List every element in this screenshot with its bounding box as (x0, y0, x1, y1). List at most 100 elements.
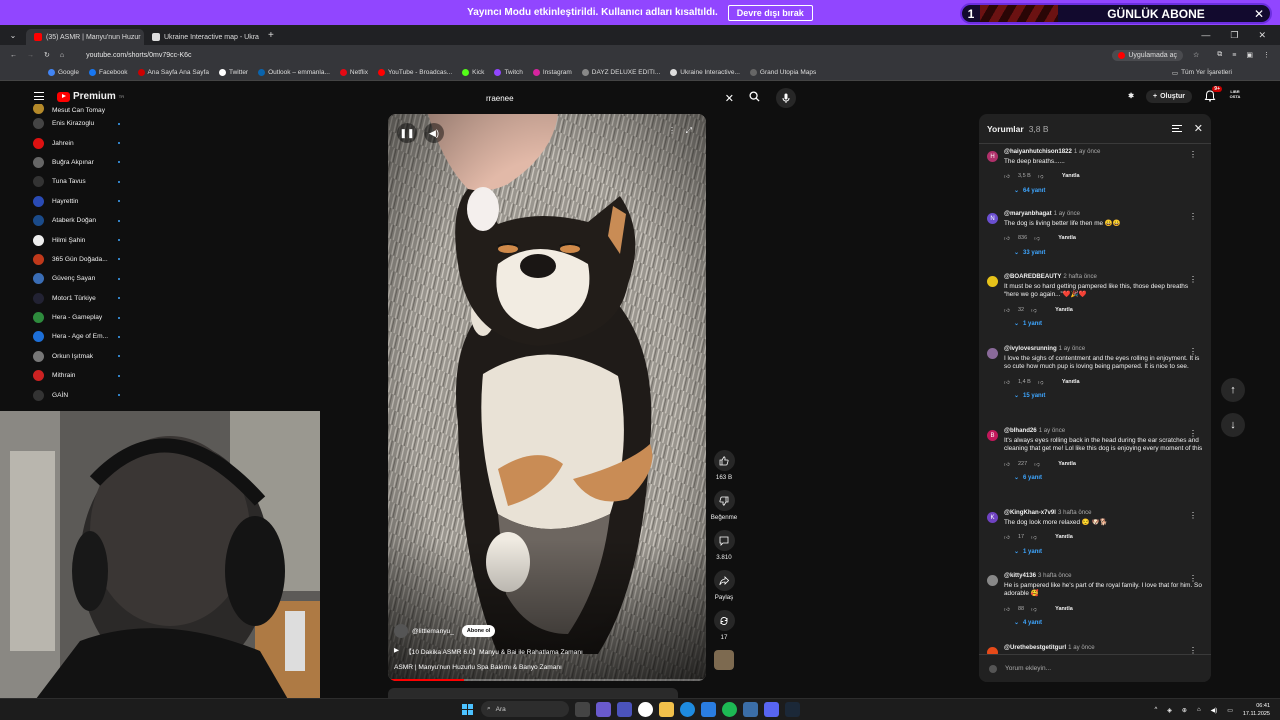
previous-short-button[interactable]: ↑ (1221, 378, 1245, 402)
thumbs-down-icon[interactable]: 👎︎ (1031, 307, 1038, 314)
explorer-icon[interactable] (659, 701, 674, 717)
thumbs-up-icon[interactable]: 👍︎ (1004, 606, 1011, 613)
commenter-avatar[interactable]: H (987, 151, 998, 162)
thumbs-down-icon[interactable]: 👎︎ (1038, 173, 1045, 180)
comment-author[interactable]: @Urethebestgetitgurl 1 ay önce (1004, 644, 1203, 653)
sidebar-item-channel[interactable]: Buğra Akpınar (28, 153, 128, 172)
sidebar-item-channel[interactable]: GAİN (28, 385, 128, 404)
comment-author[interactable]: @BOAREDBEAUTY 2 hafta önce (1004, 273, 1203, 282)
tab-youtube[interactable]: (35) ASMR | Manyu'nun Huzur ✕ (26, 29, 144, 45)
channel-avatar[interactable] (394, 624, 408, 638)
subscribe-button[interactable]: Abone ol (461, 625, 496, 637)
reload-icon[interactable]: ↻ (44, 51, 50, 59)
search-box[interactable]: rraenee ✕ (478, 88, 768, 108)
reply-button[interactable]: Yanıtla (1062, 378, 1080, 387)
view-replies-button[interactable]: ⌄ 4 yanıt (1004, 619, 1203, 628)
view-replies-button[interactable]: ⌄ 15 yanıt (1004, 392, 1203, 401)
thumbs-up-icon[interactable]: 👍︎ (1004, 173, 1011, 180)
comment-author[interactable]: @ivylovesrunning 1 ay önce (1004, 345, 1203, 354)
forward-icon[interactable]: → (27, 52, 34, 59)
thumbs-down-icon[interactable]: 👎︎ (1034, 461, 1041, 468)
volume-icon[interactable]: ◀) (1211, 707, 1218, 714)
comment-more-icon[interactable]: ⋮ (1189, 646, 1197, 654)
next-short-button[interactable]: ↓ (1221, 413, 1245, 437)
thumbs-down-icon[interactable]: 👎︎ (1031, 534, 1038, 541)
steam-icon[interactable] (785, 701, 800, 717)
sidebar-item-channel[interactable]: Tuna Tavus (28, 172, 128, 191)
sidebar-item-channel[interactable]: Hera - Gameplay (28, 308, 128, 327)
disable-button[interactable]: Devre dışı bırak (727, 4, 813, 21)
notifications-button[interactable]: 9+ (1204, 86, 1222, 102)
extensions-icon[interactable]: ⧉ (1217, 51, 1222, 59)
bookmark-item[interactable]: Kick (462, 69, 484, 76)
taskbar-search[interactable]: ⌕ Ara (481, 701, 569, 717)
create-button[interactable]: + Oluştur (1146, 89, 1192, 103)
open-in-app-button[interactable]: Uygulamada aç (1112, 49, 1183, 61)
view-replies-button[interactable]: ⌄ 1 yanıt (1004, 548, 1203, 557)
voice-search-button[interactable] (776, 88, 796, 108)
tray-security-icon[interactable]: ⊕ (1182, 707, 1187, 714)
bookmark-item[interactable]: Ukraine Interactive... (670, 69, 740, 76)
bookmark-item[interactable]: Facebook (88, 69, 128, 76)
comment-more-icon[interactable]: ⋮ (1189, 275, 1197, 284)
sidebar-item-channel[interactable]: Jahrein (28, 133, 128, 152)
thumbs-down-icon[interactable]: 👎︎ (1034, 235, 1041, 242)
comment-username[interactable]: @blhand26 (1004, 427, 1037, 434)
comment-author[interactable]: @KingKhan-x7v9l 3 hafta önce (1004, 509, 1203, 518)
dislike-button[interactable]: Beğenme (708, 490, 740, 521)
comment-input[interactable]: Yorum ekleyin... (1005, 665, 1051, 672)
sidebar-item-channel[interactable]: Hilmi Şahin (28, 230, 128, 249)
comment-author[interactable]: @blhand26 1 ay önce (1004, 427, 1203, 436)
windows-start-icon[interactable] (460, 702, 475, 717)
comments-button[interactable]: 3.810 (708, 530, 740, 561)
commenter-avatar[interactable]: K (987, 512, 998, 523)
copilot-icon[interactable] (596, 701, 611, 717)
commenter-avatar[interactable] (987, 348, 998, 359)
comment-more-icon[interactable]: ⋮ (1189, 212, 1197, 221)
youtube-logo[interactable]: Premium TR (57, 91, 124, 102)
commenter-avatar[interactable] (987, 647, 998, 654)
playlist-row[interactable]: ▶ 【10 Dakika ASMR 6.0】Manyu & Bai ile Rah… (394, 646, 694, 656)
commenter-avatar[interactable] (987, 575, 998, 586)
share-button[interactable]: Paylaş (708, 570, 740, 601)
comment-username[interactable]: @ivylovesrunning (1004, 345, 1057, 352)
chrome-icon[interactable] (638, 701, 653, 717)
video-title[interactable]: ASMR | Manyu'nun Huzurlu Spa Bakımı & Ba… (394, 664, 694, 671)
comment-more-icon[interactable]: ⋮ (1189, 574, 1197, 583)
bookmark-item[interactable]: Twitch (494, 69, 523, 76)
spotify-icon[interactable] (722, 701, 737, 717)
tray-chevron-icon[interactable]: ^ (1154, 707, 1157, 713)
thumbs-up-icon[interactable]: 👍︎ (1004, 461, 1011, 468)
close-window-icon[interactable]: ✕ (1258, 30, 1266, 41)
commenter-avatar[interactable]: N (987, 213, 998, 224)
remix-button[interactable]: 17 (708, 610, 740, 641)
comment-author[interactable]: @kitty4136 3 hafta önce (1004, 572, 1203, 581)
bookmark-item[interactable]: Google (48, 69, 79, 76)
star-icon[interactable]: ☆ (1193, 51, 1199, 59)
discord-icon[interactable] (764, 701, 779, 717)
bookmark-item[interactable]: Outlook – emmanla... (258, 69, 330, 76)
media-icon[interactable]: ≡ (1232, 52, 1236, 59)
battery-icon[interactable]: ▭ (1227, 707, 1233, 714)
sound-thumbnail[interactable] (714, 650, 734, 670)
comment-author[interactable]: @haiyanhutchison1822 1 ay önce (1004, 148, 1203, 157)
comment-username[interactable]: @Urethebestgetitgurl (1004, 644, 1066, 651)
sidebar-item-channel[interactable]: Enis Kirazoglu (28, 114, 128, 133)
sidebar-item-channel[interactable]: Mithrain (28, 366, 128, 385)
menu-icon[interactable]: ⋮ (1263, 51, 1270, 59)
search-icon[interactable] (749, 91, 760, 102)
channel-name[interactable]: @littlemanyu_ (412, 628, 454, 635)
view-replies-button[interactable]: ⌄ 33 yanıt (1004, 249, 1203, 258)
thumbs-down-icon[interactable]: 👎︎ (1031, 606, 1038, 613)
close-icon[interactable]: ✕ (1254, 7, 1270, 21)
sidebar-item-channel[interactable]: Motor1 Türkiye (28, 289, 128, 308)
sidebar-item-channel[interactable]: Güvenç Sayan (28, 269, 128, 288)
comment-author[interactable]: @maryanbhagat 1 ay önce (1004, 210, 1203, 219)
network-icon[interactable]: ⌂ (1197, 707, 1201, 713)
url-field[interactable]: youtube.com/shorts/0mv79cc-K6c (86, 52, 1102, 59)
sidebar-item-partial[interactable]: Mesut Can Tomay (28, 104, 128, 114)
account-avatar[interactable]: LIBR OSTA (1228, 89, 1242, 103)
clear-search-icon[interactable]: ✕ (725, 92, 734, 105)
thumbs-up-icon[interactable]: 👍︎ (1004, 534, 1011, 541)
tab-ukraine-map[interactable]: Ukraine Interactive map - Ukra ✕ (144, 29, 262, 45)
